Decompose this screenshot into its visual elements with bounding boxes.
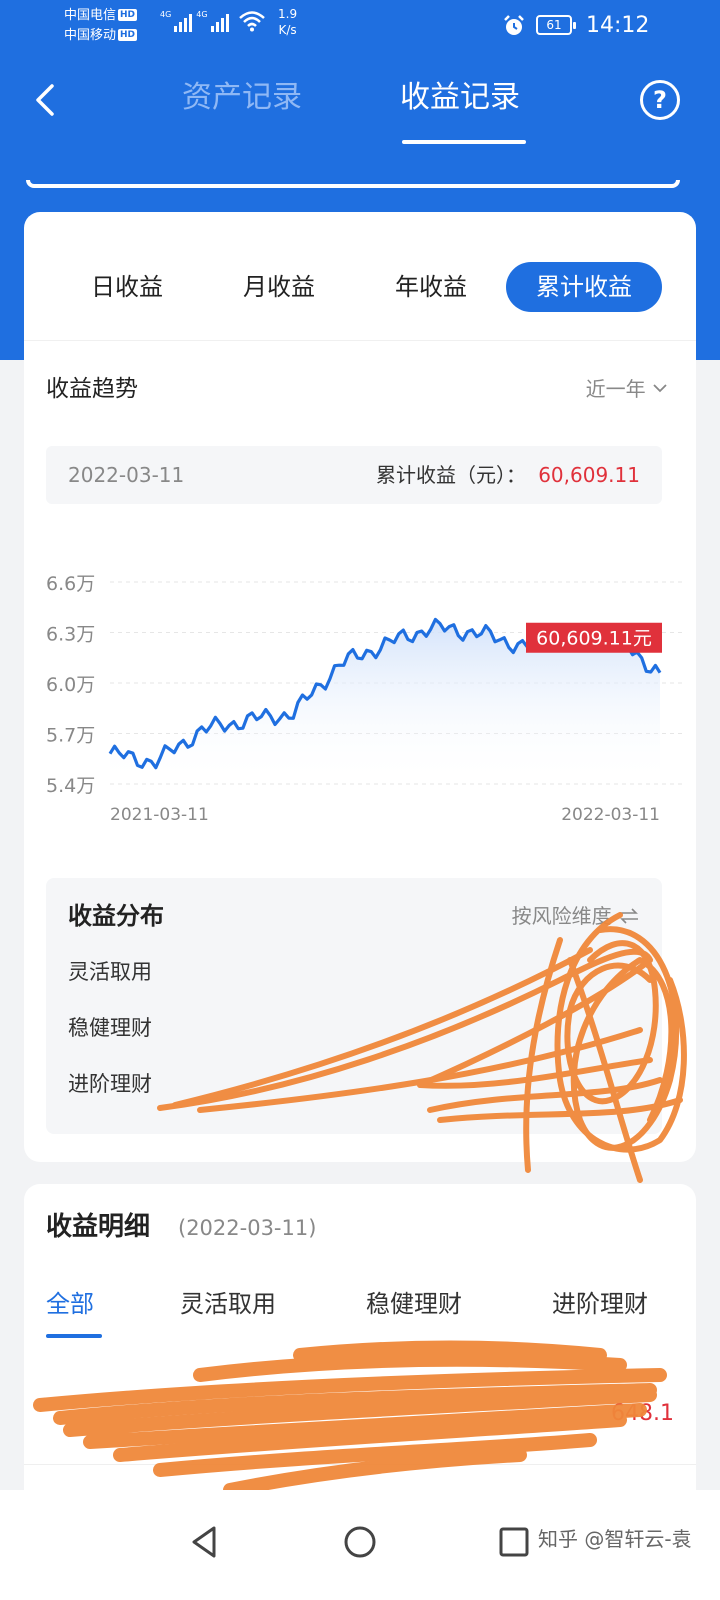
last-value-label: 60,609.11元	[536, 628, 652, 650]
cumulative-value: 60,609.11	[538, 463, 640, 487]
nav-home-icon[interactable]	[330, 1512, 390, 1572]
cumulative-label: 累计收益（元）：	[376, 463, 526, 487]
trend-title: 收益趋势	[46, 376, 138, 402]
hd-badge: HD	[118, 29, 138, 41]
x-tick-label: 2022-03-11	[561, 805, 660, 825]
range-dropdown[interactable]: 近一年	[586, 374, 668, 404]
y-tick-label: 5.4万	[46, 775, 95, 797]
tab-income-records[interactable]: 收益记录	[400, 76, 520, 120]
swap-icon	[620, 908, 638, 924]
battery-indicator: 61	[536, 15, 576, 35]
status-bar: 中国电信 HD 中国移动 HD 4G 4G 1.9 K/s 61 14:12	[0, 0, 720, 52]
alarm-icon	[504, 15, 524, 35]
detail-date: (2022-03-11)	[178, 1216, 317, 1240]
detail-title: 收益明细	[46, 1212, 151, 1242]
y-tick-label: 6.6万	[46, 573, 95, 595]
nav-back-icon[interactable]	[176, 1512, 236, 1572]
distribution-row-flexible[interactable]: 灵活取用	[68, 956, 152, 988]
distribution-row-stable[interactable]: 稳健理财	[68, 1012, 152, 1044]
carrier-2: 中国移动	[64, 28, 117, 43]
tab-asset-records[interactable]: 资产记录	[182, 76, 302, 120]
x-tick-label: 2021-03-11	[110, 805, 209, 825]
risk-dimension-toggle[interactable]: 按风险维度	[512, 900, 640, 932]
risk-dimension-label: 按风险维度	[511, 904, 612, 928]
period-tabs: 日收益 月收益 年收益 累计收益	[24, 262, 696, 312]
tab-daily-income[interactable]: 日收益	[72, 262, 182, 312]
selected-point-info: 2022-03-11 累计收益（元）： 60,609.11	[46, 446, 662, 504]
chevron-down-icon	[653, 384, 667, 393]
divider	[24, 340, 696, 341]
nav-recents-icon[interactable]	[484, 1512, 544, 1572]
income-distribution: 收益分布 按风险维度 灵活取用 稳健理财 进阶理财	[46, 878, 662, 1134]
carrier-info: 中国电信 HD 中国移动 HD	[64, 6, 138, 46]
divider	[24, 1464, 696, 1465]
income-detail-card: 收益明细 (2022-03-11) 全部 灵活取用 稳健理财 进阶理财 648.…	[24, 1184, 696, 1514]
detail-tab-indicator	[46, 1334, 102, 1338]
detail-tab-all[interactable]: 全部	[46, 1286, 94, 1322]
income-trend-chart[interactable]: 6.6万 6.3万 6.0万 5.7万 5.4万 60,609.11元 2021-03-11…	[24, 552, 696, 842]
income-trend-card: 日收益 月收益 年收益 累计收益 收益趋势 近一年 2022-03-11 累计收…	[24, 212, 696, 1162]
detail-row-amount: 648.1	[611, 1401, 674, 1426]
tab-cumulative-income[interactable]: 累计收益	[506, 262, 662, 312]
tab-yearly-income[interactable]: 年收益	[376, 262, 486, 312]
distribution-title: 收益分布	[68, 902, 164, 930]
carrier-1: 中国电信	[64, 8, 117, 23]
y-tick-label: 6.3万	[46, 624, 95, 646]
tab-monthly-income[interactable]: 月收益	[224, 262, 334, 312]
y-tick-label: 5.7万	[46, 725, 95, 747]
range-label: 近一年	[585, 377, 646, 401]
distribution-row-advanced[interactable]: 进阶理财	[68, 1068, 152, 1100]
detail-tab-advanced[interactable]: 进阶理财	[552, 1286, 648, 1322]
system-nav-bar: 知乎 @智轩云-袁	[0, 1490, 720, 1600]
signal-icon: 4G	[196, 10, 229, 32]
signal-indicators: 4G 4G	[160, 10, 265, 32]
hd-badge: HD	[118, 9, 138, 21]
detail-tab-stable[interactable]: 稳健理财	[366, 1286, 462, 1322]
network-speed: 1.9 K/s	[278, 7, 298, 37]
clock: 14:12	[586, 13, 650, 38]
active-tab-indicator	[402, 140, 526, 144]
watermark: 知乎 @智轩云-袁	[538, 1527, 692, 1551]
signal-icon: 4G	[160, 10, 193, 32]
detail-tab-flexible[interactable]: 灵活取用	[180, 1286, 276, 1322]
help-icon[interactable]: ?	[640, 80, 680, 120]
decorative-bracket	[26, 180, 680, 188]
back-arrow-icon[interactable]	[28, 78, 68, 122]
detail-row[interactable]: 648.1	[46, 1394, 674, 1434]
y-tick-label: 6.0万	[46, 674, 95, 696]
selected-date: 2022-03-11	[68, 463, 185, 487]
wifi-icon	[238, 11, 265, 32]
